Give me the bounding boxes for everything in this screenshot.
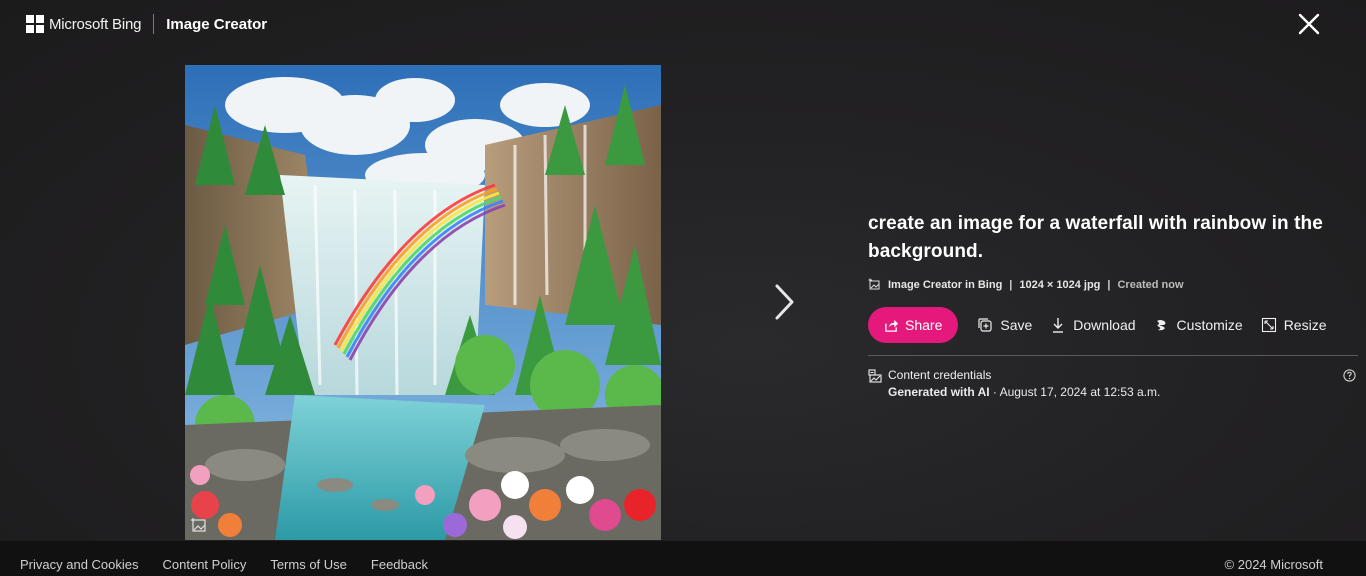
details-divider xyxy=(868,355,1358,356)
resize-icon xyxy=(1261,317,1276,333)
generated-date: · August 17, 2024 at 12:53 a.m. xyxy=(989,385,1161,399)
credentials-detail: Generated with AI · August 17, 2024 at 1… xyxy=(888,385,1160,399)
download-button[interactable]: Download xyxy=(1050,317,1136,333)
chevron-right-icon xyxy=(775,284,794,320)
action-bar: Share Save Download Customize Resize xyxy=(868,307,1358,343)
meta-separator: | xyxy=(1009,278,1013,291)
brand-divider xyxy=(153,14,155,34)
meta-separator: | xyxy=(1107,278,1111,291)
download-icon xyxy=(1053,318,1064,333)
content-credentials: Content credentials Generated with AI · … xyxy=(868,368,1358,399)
share-button[interactable]: Share xyxy=(868,307,959,343)
terms-link[interactable]: Terms of Use xyxy=(270,557,347,572)
generated-image[interactable] xyxy=(185,65,661,540)
image-creator-icon xyxy=(868,278,880,290)
copyright: © 2024 Microsoft xyxy=(1224,557,1323,572)
footer-links: Privacy and Cookies Content Policy Terms… xyxy=(20,557,452,572)
waterfall-image xyxy=(185,65,661,540)
brand[interactable]: Microsoft Bing Image Creator xyxy=(26,14,267,34)
ai-generated-image-icon xyxy=(191,518,206,532)
microsoft-logo-icon xyxy=(26,15,44,33)
prompt-text: create an image for a waterfall with rai… xyxy=(868,213,1323,262)
save-button[interactable]: Save xyxy=(977,317,1032,333)
meta-source: Image Creator in Bing xyxy=(888,278,1003,291)
meta-created: Created now xyxy=(1117,278,1184,291)
close-icon xyxy=(1298,13,1320,35)
credentials-title: Content credentials xyxy=(888,368,992,382)
customize-button[interactable]: Customize xyxy=(1154,317,1243,333)
brand-name[interactable]: Microsoft Bing xyxy=(49,16,141,33)
resize-label: Resize xyxy=(1283,317,1327,333)
save-label: Save xyxy=(1000,317,1033,333)
close-button[interactable] xyxy=(1296,11,1322,37)
resize-button[interactable]: Resize xyxy=(1261,317,1327,333)
footer: Privacy and Cookies Content Policy Terms… xyxy=(0,541,1366,576)
generated-with-ai-label: Generated with AI xyxy=(888,385,990,399)
header: Microsoft Bing Image Creator xyxy=(0,0,1366,48)
save-collection-icon xyxy=(978,318,992,332)
next-image-button[interactable] xyxy=(768,280,800,324)
customize-label: Customize xyxy=(1176,317,1243,333)
image-details-panel: create an image for a waterfall with rai… xyxy=(868,210,1358,399)
customize-icon xyxy=(1156,320,1166,331)
privacy-link[interactable]: Privacy and Cookies xyxy=(20,557,139,572)
share-label: Share xyxy=(905,317,943,333)
content-credentials-icon xyxy=(868,369,882,383)
feedback-link[interactable]: Feedback xyxy=(371,557,428,572)
download-label: Download xyxy=(1073,317,1136,333)
help-icon[interactable] xyxy=(1343,369,1356,382)
meta-dimensions: 1024 × 1024 jpg xyxy=(1019,278,1101,291)
content-policy-link[interactable]: Content Policy xyxy=(163,557,247,572)
product-name[interactable]: Image Creator xyxy=(166,16,267,33)
share-icon xyxy=(885,319,899,332)
image-meta: Image Creator in Bing | 1024 × 1024 jpg … xyxy=(868,278,1358,291)
